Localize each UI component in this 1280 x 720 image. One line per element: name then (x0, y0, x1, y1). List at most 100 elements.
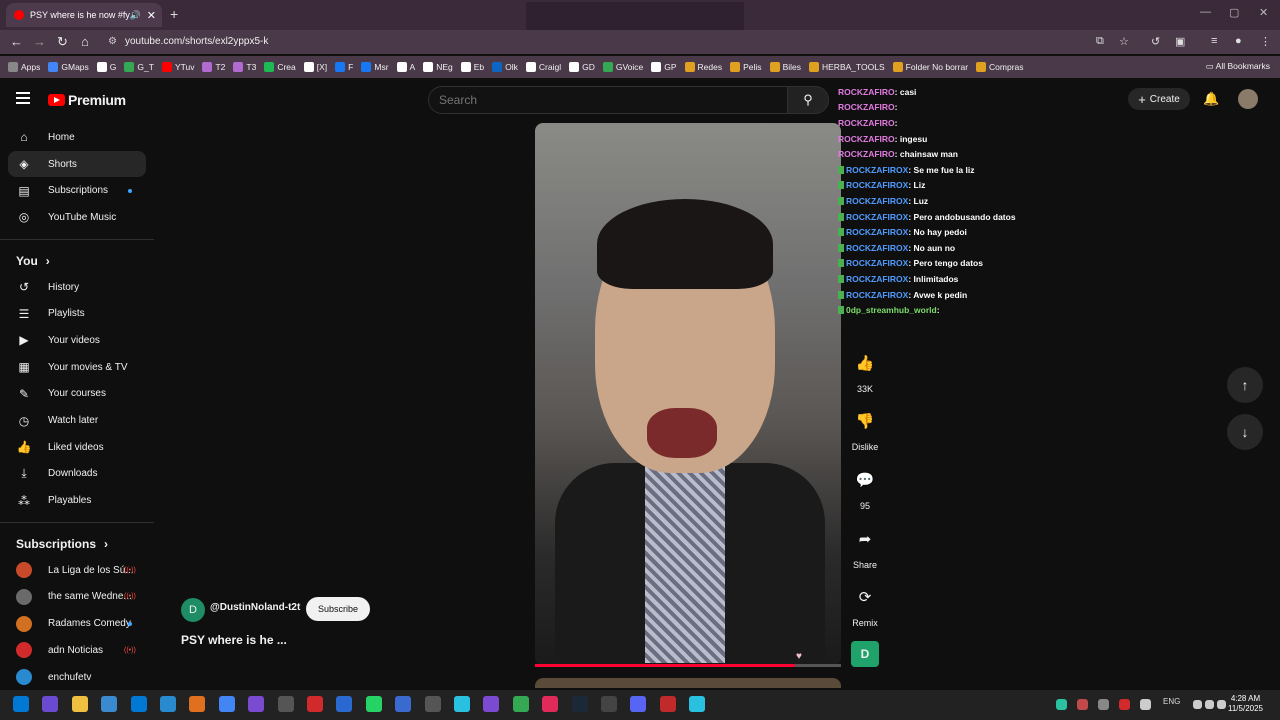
home-browser-icon[interactable]: ⌂ (81, 34, 89, 49)
channel-avatar[interactable]: D (181, 598, 205, 622)
volume-icon[interactable] (1205, 700, 1214, 709)
app-icon[interactable] (424, 696, 441, 712)
site-info-icon[interactable]: ⚙ (108, 36, 117, 47)
search-input[interactable] (429, 87, 779, 113)
sidebar-item-movies[interactable]: ▦ Your movies & TV (0, 354, 154, 381)
share-button[interactable]: ➦ Share (842, 522, 888, 570)
install-icon[interactable]: ⧉ (1096, 35, 1104, 48)
bookmark-item[interactable]: Apps (8, 62, 40, 72)
notifications-bell-icon[interactable]: 🔔 (1203, 91, 1219, 107)
bookmark-item[interactable]: Pelis (730, 62, 762, 72)
browser-tab[interactable]: PSY where is he now #fyp 🔊 ✕ (6, 3, 162, 27)
search-box[interactable] (428, 86, 788, 114)
bookmark-item[interactable]: Msr (361, 62, 389, 72)
system-clock[interactable]: 4:28 AM 11/5/2025 (1228, 694, 1263, 714)
chrome-icon[interactable] (218, 696, 235, 712)
sidebar-item-watch-later[interactable]: ◷ Watch later (0, 407, 154, 434)
dislike-button[interactable]: 👎 Dislike (842, 404, 888, 452)
search-button[interactable]: ⚲ (787, 86, 829, 114)
media-icon[interactable]: ≡ (1211, 35, 1217, 47)
bookmark-item[interactable]: Olk (492, 62, 518, 72)
maximize-icon[interactable]: ▢ (1229, 6, 1239, 19)
create-button[interactable]: + Create (1128, 88, 1190, 110)
outlook-icon[interactable] (130, 696, 147, 712)
subscription-item[interactable]: the same Wedne... ((•)) (0, 584, 154, 611)
sidebar-item-home[interactable]: ⌂ Home (0, 124, 154, 151)
comments-button[interactable]: 💬 95 (842, 463, 888, 511)
tray-app-icon[interactable] (1056, 699, 1067, 710)
address-bar[interactable]: ⚙ youtube.com/shorts/exl2yppx5-k (108, 33, 1138, 51)
tray-app-icon[interactable] (1098, 699, 1109, 710)
microphone-icon[interactable] (1140, 699, 1151, 710)
sidepanel-icon[interactable]: ▣ (1175, 35, 1185, 48)
video-title[interactable]: PSY where is he ... (181, 633, 287, 647)
bookmark-item[interactable]: Folder No borrar (892, 62, 968, 72)
sidebar-item-downloads[interactable]: ⤓ Downloads (0, 461, 154, 488)
app-icon[interactable] (454, 696, 470, 712)
sidebar-item-playables[interactable]: ⁂ Playables (0, 487, 154, 514)
bookmark-item[interactable]: A (396, 62, 415, 72)
bookmark-item[interactable]: T2 (202, 62, 225, 72)
forward-icon[interactable]: → (33, 34, 46, 49)
new-tab-button[interactable]: + (170, 6, 178, 22)
copilot-icon[interactable] (42, 696, 59, 712)
network-icon[interactable] (1193, 700, 1202, 709)
windows-start-icon[interactable] (13, 696, 29, 712)
bookmark-item[interactable]: YTuv (161, 62, 194, 72)
close-tab-icon[interactable]: ✕ (147, 9, 156, 22)
subscription-item[interactable]: Radames Comedy (0, 610, 154, 637)
subscribe-button[interactable]: Subscribe (306, 597, 370, 621)
app-icon[interactable] (395, 696, 412, 712)
store-icon[interactable] (101, 696, 118, 712)
app-icon[interactable] (483, 696, 500, 712)
bookmark-item[interactable]: Redes (684, 62, 722, 72)
sidebar-item-your-videos[interactable]: ▶ Your videos (0, 327, 154, 354)
like-button[interactable]: 👍 33K (842, 346, 888, 394)
next-short-preview[interactable] (535, 678, 841, 688)
bookmark-item[interactable]: [X] (303, 62, 327, 72)
app-icon[interactable] (336, 696, 353, 712)
file-explorer-icon[interactable] (71, 696, 88, 712)
all-bookmarks[interactable]: ▭ All Bookmarks (1206, 61, 1270, 72)
tiktok-icon[interactable] (542, 696, 559, 712)
history-icon[interactable]: ↺ (1151, 35, 1160, 48)
youtube-music-icon[interactable] (307, 696, 323, 712)
bookmark-item[interactable]: T3 (233, 62, 256, 72)
sidebar-item-history[interactable]: ↺ History (0, 274, 154, 301)
video-progress-bar[interactable] (535, 664, 841, 667)
bookmark-item[interactable]: GD (569, 62, 595, 72)
close-window-icon[interactable]: ✕ (1259, 6, 1268, 19)
menu-dots-icon[interactable]: ⋮ (1260, 35, 1271, 48)
subscription-item[interactable]: La Liga de los Sú... ((•)) (0, 557, 154, 584)
bookmark-item[interactable]: NEg (423, 62, 453, 72)
bookmark-item[interactable]: G_T (124, 62, 154, 72)
remix-button[interactable]: ⟳ Remix (842, 580, 888, 628)
app-icon[interactable] (248, 696, 265, 712)
channel-name[interactable]: @DustinNoland-t2t (210, 602, 300, 613)
app-icon[interactable] (189, 696, 206, 712)
steam-icon[interactable] (571, 696, 588, 712)
bookmark-item[interactable]: GVoice (602, 62, 643, 72)
subscription-item[interactable]: enchufetv (0, 664, 154, 691)
you-header[interactable]: You › (0, 248, 154, 274)
tray-app-icon[interactable] (1119, 699, 1130, 710)
short-video-player[interactable] (535, 123, 841, 666)
bookmark-item[interactable]: HERBA_TOOLS (809, 62, 885, 72)
minimize-icon[interactable]: — (1200, 6, 1211, 18)
youtube-logo[interactable]: Premium (48, 92, 126, 108)
reload-icon[interactable]: ↻ (57, 34, 68, 50)
sidebar-item-music[interactable]: ◎ YouTube Music (0, 204, 154, 231)
tray-app-icon[interactable] (1077, 699, 1088, 710)
next-short-button[interactable]: ↓ (1227, 414, 1263, 450)
account-avatar[interactable] (1238, 89, 1258, 109)
sidebar-item-subscriptions[interactable]: ▤ Subscriptions (0, 177, 154, 204)
bookmark-item[interactable]: GP (651, 62, 677, 72)
battery-icon[interactable] (1217, 700, 1226, 709)
app-icon[interactable] (601, 696, 617, 712)
app-icon[interactable] (512, 696, 529, 712)
bookmark-item[interactable]: F (335, 62, 353, 72)
bookmark-item[interactable]: G (96, 62, 116, 72)
whatsapp-icon[interactable] (365, 696, 382, 712)
bookmark-item[interactable]: Crea (264, 62, 296, 72)
edge-icon[interactable] (160, 696, 176, 712)
